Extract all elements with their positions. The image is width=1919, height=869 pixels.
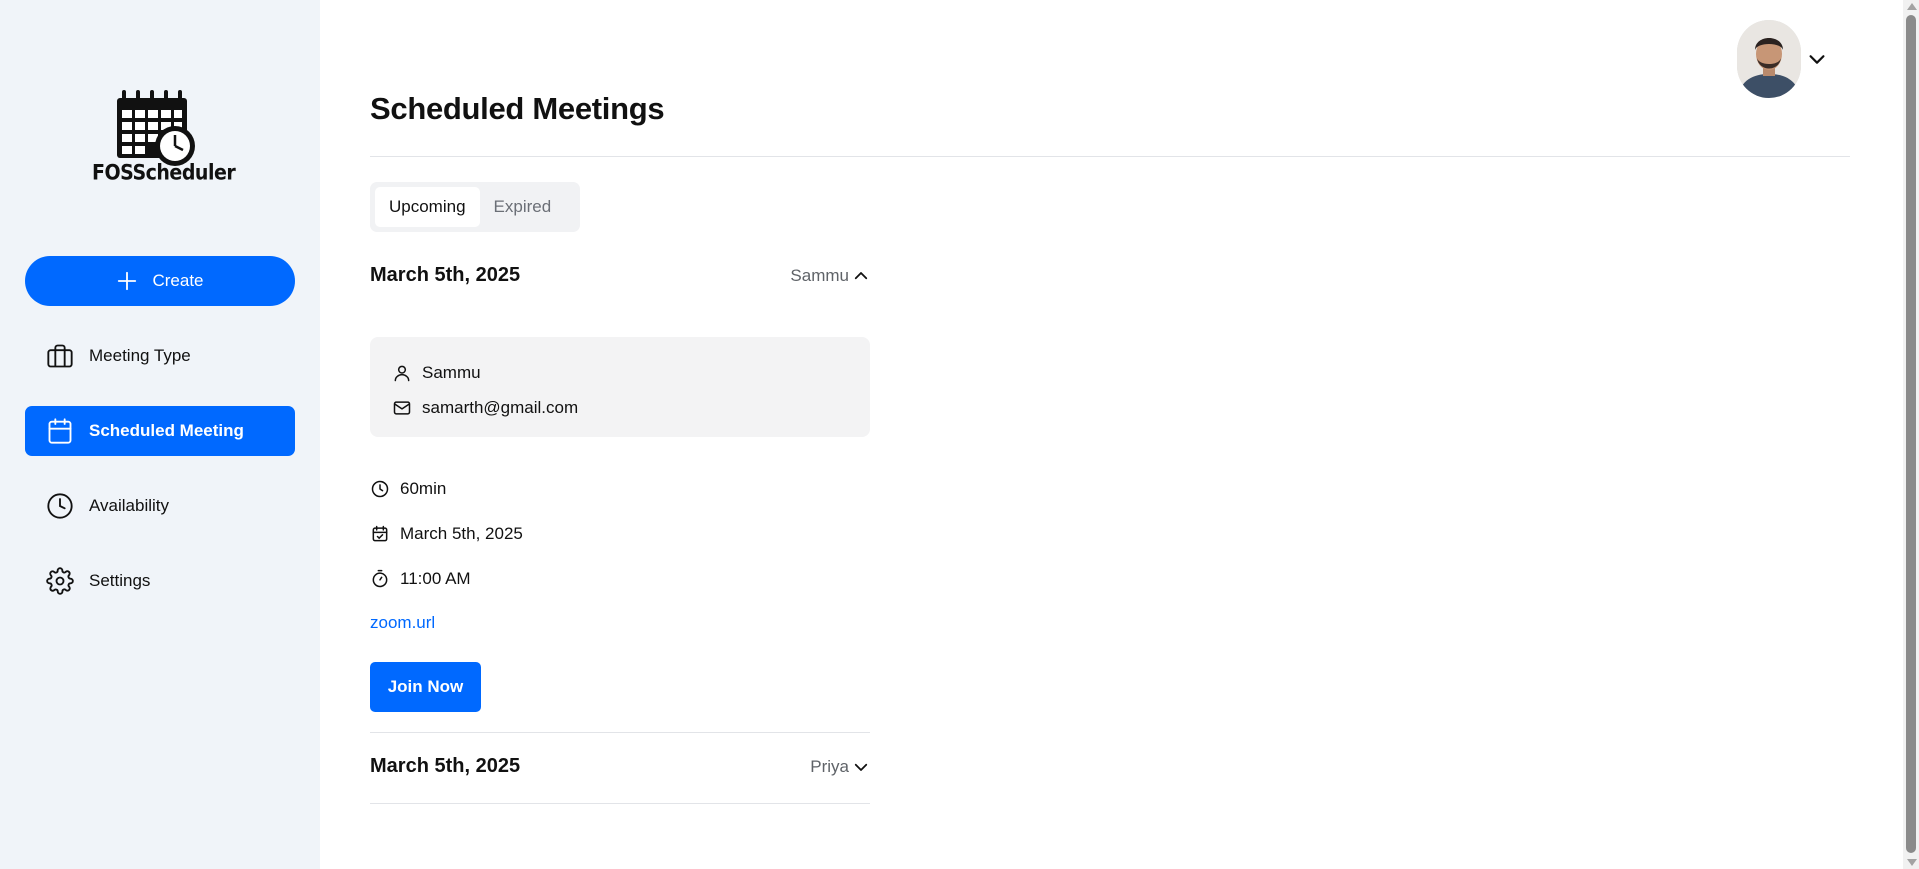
chevron-down-icon[interactable]	[1806, 48, 1828, 70]
meeting-header[interactable]: March 5th, 2025 Sammu	[370, 264, 870, 287]
meeting-date-value: March 5th, 2025	[400, 524, 523, 543]
scroll-down-arrow-icon[interactable]	[1907, 859, 1917, 866]
sidebar-item-meeting-type[interactable]: Meeting Type	[25, 331, 295, 381]
logo-text: FOSScheduler	[92, 160, 236, 186]
meeting-divider	[370, 803, 870, 804]
avatar[interactable]	[1737, 20, 1801, 98]
attendee-name-row: Sammu	[392, 355, 848, 390]
plus-icon	[118, 271, 137, 291]
meeting-time-row: 11:00 AM	[370, 569, 471, 589]
gear-icon	[45, 566, 75, 596]
user-icon	[394, 365, 410, 381]
attendee-card: Sammu samarth@gmail.com	[370, 337, 870, 437]
mail-icon	[393, 400, 411, 415]
tab-expired[interactable]: Expired	[480, 187, 566, 227]
meeting-url-link[interactable]: zoom.url	[370, 613, 435, 633]
sidebar-item-settings[interactable]: Settings	[25, 556, 295, 606]
calendar-check-icon	[372, 525, 388, 542]
meeting-duration: 60min	[400, 479, 447, 498]
meeting-divider	[370, 732, 870, 733]
tab-upcoming[interactable]: Upcoming	[375, 187, 480, 227]
join-now-button[interactable]: Join Now	[370, 662, 481, 712]
calendar-icon	[45, 416, 75, 446]
create-button[interactable]: Create	[25, 256, 295, 306]
attendee-email: samarth@gmail.com	[422, 397, 579, 417]
sidebar: FOSScheduler Create Meeting Type Schedul…	[0, 0, 320, 869]
tab-bar: Upcoming Expired	[370, 182, 580, 232]
clock-icon	[371, 480, 389, 498]
sidebar-item-availability[interactable]: Availability	[25, 481, 295, 531]
meeting-person-name: Sammu	[790, 265, 849, 285]
meeting-person: Sammu	[790, 266, 870, 286]
create-button-label: Create	[152, 271, 204, 290]
page-title: Scheduled Meetings	[370, 91, 665, 126]
timer-icon	[372, 569, 388, 588]
chevron-up-icon[interactable]	[852, 267, 870, 285]
meeting-date: March 5th, 2025	[370, 264, 521, 286]
meeting-person-name: Priya	[810, 756, 849, 776]
sidebar-item-label: Meeting Type	[89, 346, 191, 365]
meeting-person: Priya	[810, 757, 870, 777]
meeting-time: 11:00 AM	[400, 569, 471, 588]
duration-row: 60min	[370, 479, 446, 499]
attendee-email-row: samarth@gmail.com	[392, 390, 848, 425]
briefcase-icon	[45, 341, 75, 371]
meeting-date: March 5th, 2025	[370, 755, 521, 777]
sidebar-item-scheduled-meeting[interactable]: Scheduled Meeting	[25, 406, 295, 456]
user-avatar-icon	[1737, 20, 1801, 98]
sidebar-item-label: Scheduled Meeting	[89, 421, 244, 440]
sidebar-item-label: Settings	[89, 571, 151, 590]
title-divider	[370, 156, 1850, 157]
scroll-thumb[interactable]	[1906, 15, 1916, 853]
attendee-name: Sammu	[422, 362, 481, 382]
chevron-down-icon[interactable]	[852, 758, 870, 776]
meeting-date-row: March 5th, 2025	[370, 524, 523, 544]
scroll-up-arrow-icon[interactable]	[1907, 3, 1917, 10]
scrollbar[interactable]	[1903, 0, 1919, 869]
clock-icon	[45, 491, 75, 521]
sidebar-item-label: Availability	[89, 496, 170, 515]
meeting-header[interactable]: March 5th, 2025 Priya	[370, 755, 870, 778]
